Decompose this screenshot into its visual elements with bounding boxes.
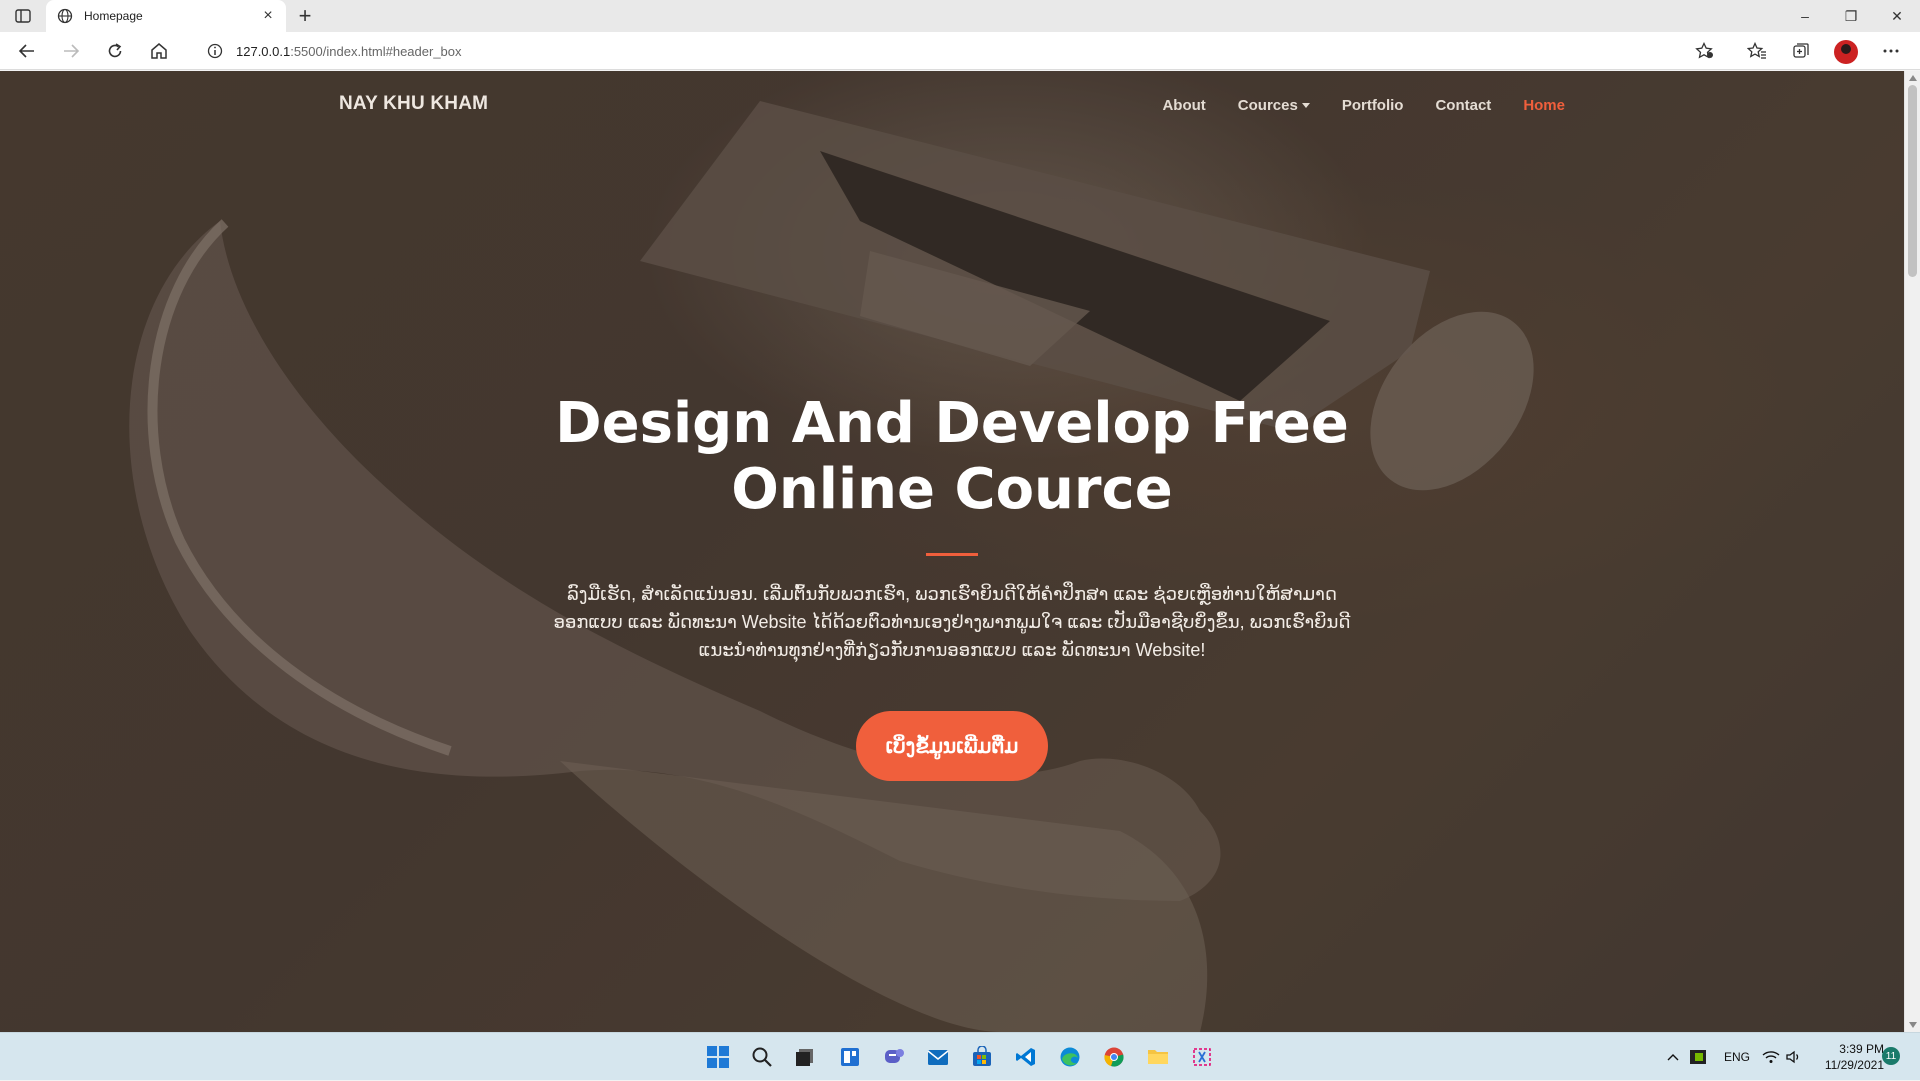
language-indicator[interactable]: ENG xyxy=(1724,1033,1750,1081)
forward-icon[interactable] xyxy=(58,39,84,63)
widgets-icon[interactable] xyxy=(835,1042,865,1072)
browser-toolbar: 127.0.0.1:5500/index.html#header_box xyxy=(0,32,1920,70)
hero-title-line1: Design And Develop Free xyxy=(555,391,1349,456)
windows-taskbar: ENG 3:39 PM 11/29/2021 11 xyxy=(0,1032,1920,1080)
read-more-button[interactable]: ເບິ່ງຂໍ້ມູນເພີ່ມຕື່ມ xyxy=(856,711,1048,781)
nav-link-portfolio[interactable]: Portfolio xyxy=(1342,97,1404,114)
system-clock[interactable]: 3:39 PM 11/29/2021 xyxy=(1818,1041,1884,1073)
nav-label-contact: Contact xyxy=(1435,97,1492,114)
clock-date: 11/29/2021 xyxy=(1824,1058,1884,1072)
show-hidden-icons-icon[interactable] xyxy=(1666,1033,1680,1081)
page-viewport: NAY KHU KHAM About Cources Portfolio Con… xyxy=(0,71,1904,1032)
caret-down-icon xyxy=(1301,103,1310,108)
close-tab-icon[interactable]: × xyxy=(260,7,276,24)
clock-time: 3:39 PM xyxy=(1839,1042,1884,1056)
store-icon[interactable] xyxy=(967,1042,997,1072)
minimize-icon[interactable]: – xyxy=(1782,0,1828,32)
windows-start-icon[interactable] xyxy=(703,1042,733,1072)
home-icon[interactable] xyxy=(146,39,172,63)
snipping-tool-icon[interactable] xyxy=(1187,1042,1217,1072)
nav-label-about: About xyxy=(1162,97,1206,114)
url-path: :5500/index.html#header_box xyxy=(290,43,462,59)
page-scrollbar[interactable] xyxy=(1904,71,1920,1032)
search-icon[interactable] xyxy=(747,1042,777,1072)
tab-actions-icon[interactable] xyxy=(12,6,34,26)
browser-tab-strip: Homepage × + – ❐ ✕ xyxy=(0,0,1920,32)
add-favorite-icon[interactable] xyxy=(1694,41,1716,61)
new-tab-icon[interactable]: + xyxy=(294,3,316,28)
hero-title: Design And Develop Free Online Cource xyxy=(552,391,1352,523)
nvidia-tray-icon[interactable] xyxy=(1690,1033,1706,1081)
hero-overlay xyxy=(0,71,1904,1032)
scrollbar-thumb[interactable] xyxy=(1908,85,1917,277)
browser-tab-homepage[interactable]: Homepage × xyxy=(46,0,286,32)
nav-label-cources: Cources xyxy=(1237,97,1298,114)
nav-link-about[interactable]: About xyxy=(1162,97,1205,114)
nav-link-cources[interactable]: Cources xyxy=(1238,97,1310,114)
close-window-icon[interactable]: ✕ xyxy=(1874,0,1920,32)
url-host: 127.0.0.1 xyxy=(236,43,291,59)
vscode-icon[interactable] xyxy=(1011,1042,1041,1072)
url-text: 127.0.0.1:5500/index.html#header_box xyxy=(236,44,462,59)
favorites-icon[interactable] xyxy=(1744,39,1770,63)
edge-icon[interactable] xyxy=(1055,1042,1085,1072)
globe-icon xyxy=(56,7,74,25)
collections-icon[interactable] xyxy=(1788,39,1814,63)
address-bar[interactable]: 127.0.0.1:5500/index.html#header_box xyxy=(192,37,1726,65)
hero-title-line2: Online Cource xyxy=(731,457,1173,522)
mail-icon[interactable] xyxy=(923,1042,953,1072)
wifi-icon[interactable] xyxy=(1762,1033,1780,1081)
site-nav: About Cources Portfolio Contact Home xyxy=(1162,97,1565,114)
site-brand-logo[interactable]: NAY KHU KHAM xyxy=(339,93,488,115)
restore-icon[interactable]: ❐ xyxy=(1828,0,1874,32)
task-view-icon[interactable] xyxy=(790,1042,820,1072)
title-divider xyxy=(926,553,978,556)
nav-link-contact[interactable]: Contact xyxy=(1435,97,1491,114)
scroll-up-icon[interactable] xyxy=(1909,75,1917,81)
file-explorer-icon[interactable] xyxy=(1143,1042,1173,1072)
chrome-icon[interactable] xyxy=(1099,1042,1129,1072)
back-icon[interactable] xyxy=(14,39,40,63)
volume-icon[interactable] xyxy=(1786,1033,1802,1081)
teams-chat-icon[interactable] xyxy=(879,1042,909,1072)
profile-avatar[interactable] xyxy=(1834,40,1858,64)
scroll-down-icon[interactable] xyxy=(1909,1022,1917,1028)
more-menu-icon[interactable] xyxy=(1878,39,1904,63)
hero-description: ລົງມືເຮັດ, ສຳເລັດແນ່ນອນ. ເລີ່ມຕົ້ນກັບພວກ… xyxy=(553,584,1351,660)
site-info-icon[interactable] xyxy=(200,43,230,59)
notification-badge[interactable]: 11 xyxy=(1882,1047,1900,1065)
nav-label-home: Home xyxy=(1523,97,1565,114)
nav-label-portfolio: Portfolio xyxy=(1341,97,1404,114)
reload-icon[interactable] xyxy=(102,39,128,63)
nav-link-home[interactable]: Home xyxy=(1523,97,1565,114)
tab-title: Homepage xyxy=(84,9,143,23)
